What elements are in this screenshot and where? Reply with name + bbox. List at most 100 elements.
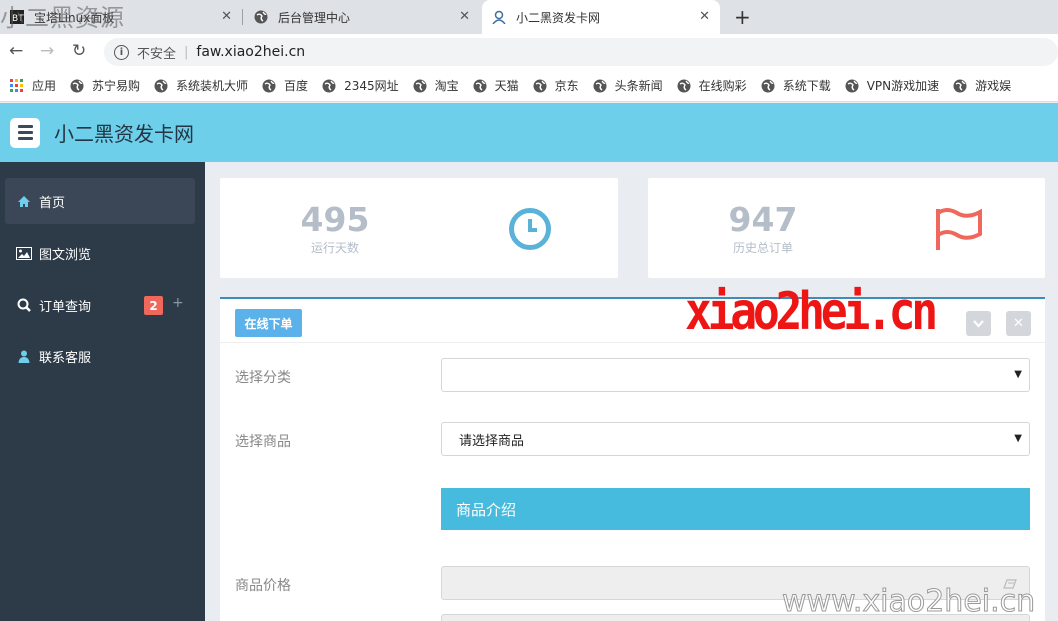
uptime-days-value: 495 bbox=[300, 200, 370, 239]
total-orders-value: 947 bbox=[728, 200, 798, 239]
user-icon bbox=[15, 350, 33, 363]
bookmark-item[interactable]: 2345网址 bbox=[322, 77, 399, 94]
watermark-bottom: www.xiao2hei.cn bbox=[781, 584, 1036, 620]
dropdown-caret-icon: ▼ bbox=[1014, 433, 1022, 444]
site-title: 小二黑资发卡网 bbox=[54, 122, 194, 146]
online-order-button[interactable]: 在线下单 bbox=[235, 309, 302, 337]
home-icon bbox=[15, 195, 33, 208]
flag-icon bbox=[933, 206, 985, 256]
bookmark-item[interactable]: VPN游戏加速 bbox=[845, 77, 939, 94]
omnibox-divider: | bbox=[184, 44, 189, 60]
globe-icon bbox=[254, 10, 268, 24]
bookmark-label: 头条新闻 bbox=[614, 79, 663, 93]
sidebar: 首页 图文浏览 订单查询 2 + 联系客服 bbox=[0, 162, 205, 621]
clock-icon bbox=[508, 207, 552, 255]
tab-label: 后台管理中心 bbox=[278, 10, 351, 25]
uptime-days-label: 运行天数 bbox=[310, 241, 359, 255]
globe-icon bbox=[533, 79, 547, 92]
image-icon bbox=[15, 246, 33, 260]
bookmark-label: 系统装机大师 bbox=[176, 79, 249, 93]
bookmark-item[interactable]: 天猫 bbox=[473, 77, 519, 94]
product-select-value: 请选择商品 bbox=[459, 433, 525, 449]
bookmark-item[interactable]: 苏宁易购 bbox=[70, 77, 140, 94]
menu-toggle-button[interactable] bbox=[10, 117, 40, 148]
product-intro-label: 商品介绍 bbox=[456, 500, 517, 519]
bookmark-item[interactable]: 百度 bbox=[262, 77, 308, 94]
sidebar-item-gallery[interactable]: 图文浏览 bbox=[5, 230, 195, 276]
new-tab-button[interactable]: + bbox=[734, 5, 751, 29]
globe-icon bbox=[761, 79, 775, 92]
sidebar-item-label: 图文浏览 bbox=[39, 247, 92, 263]
bookmark-label: 在线购彩 bbox=[698, 79, 747, 93]
sidebar-item-home[interactable]: 首页 bbox=[5, 178, 195, 224]
forward-arrow-icon[interactable]: → bbox=[40, 41, 54, 61]
bookmark-label: 应用 bbox=[32, 79, 57, 93]
bookmark-label: 2345网址 bbox=[344, 79, 399, 93]
info-icon[interactable]: i bbox=[114, 44, 129, 60]
browser-tab-bar: BT 宝塔Linux面板 ✕ 后台管理中心 ✕ 小二黑资发卡网 ✕ + 小二黑资… bbox=[0, 0, 1058, 34]
bookmark-item[interactable]: 淘宝 bbox=[413, 77, 459, 94]
user-favicon-icon bbox=[492, 10, 506, 24]
dropdown-caret-icon: ▼ bbox=[1014, 369, 1022, 380]
stat-card-orders: 947 历史总订单 bbox=[648, 178, 1045, 278]
sidebar-item-orders[interactable]: 订单查询 2 + bbox=[5, 282, 195, 328]
security-status: 不安全 bbox=[137, 46, 177, 62]
bookmark-item[interactable]: 在线购彩 bbox=[677, 77, 747, 94]
bookmark-item[interactable]: 系统下载 bbox=[761, 77, 831, 94]
watermark-top: 小二黑资源 bbox=[0, 4, 125, 32]
bookmark-item[interactable]: 京东 bbox=[533, 77, 579, 94]
watermark-red: xiao2hei.cn bbox=[685, 282, 938, 342]
back-arrow-icon[interactable]: ← bbox=[9, 41, 23, 61]
globe-icon bbox=[413, 79, 427, 92]
sidebar-item-label: 首页 bbox=[39, 195, 66, 211]
bookmarks-bar: 应用 苏宁易购 系统装机大师 百度 2345网址 淘宝 天猫 京东 头条新闻 在线购彩 系统下载 V… bbox=[0, 70, 1058, 102]
bookmark-label: 天猫 bbox=[494, 79, 519, 93]
bookmark-label: 游戏娱 bbox=[975, 79, 1012, 93]
stat-card-uptime: 495 运行天数 bbox=[220, 178, 618, 278]
address-bar: ← → ↻ i 不安全 | faw.xiao2hei.cn bbox=[0, 34, 1058, 70]
globe-icon bbox=[845, 79, 859, 92]
collapse-chevron-icon[interactable] bbox=[966, 311, 991, 336]
category-label: 选择分类 bbox=[235, 370, 291, 386]
close-tab-icon[interactable]: ✕ bbox=[459, 9, 470, 24]
bookmark-apps[interactable]: 应用 bbox=[10, 77, 56, 94]
price-label: 商品价格 bbox=[235, 578, 291, 594]
bookmark-label: 淘宝 bbox=[434, 79, 459, 93]
globe-icon bbox=[677, 79, 691, 92]
sidebar-item-label: 订单查询 bbox=[39, 299, 92, 315]
apps-grid-icon bbox=[10, 78, 24, 93]
sidebar-item-label: 联系客服 bbox=[39, 350, 92, 366]
bookmark-label: 百度 bbox=[284, 79, 309, 93]
close-tab-icon[interactable]: ✕ bbox=[221, 9, 232, 24]
order-count-badge: 2 bbox=[144, 296, 163, 315]
bookmark-item[interactable]: 游戏娱 bbox=[953, 77, 1011, 94]
close-panel-icon[interactable]: ✕ bbox=[1006, 311, 1031, 336]
globe-icon bbox=[593, 79, 607, 92]
globe-icon bbox=[262, 79, 276, 92]
app-header: 小二黑资发卡网 bbox=[0, 103, 1058, 162]
close-tab-icon[interactable]: ✕ bbox=[699, 9, 710, 24]
reload-icon[interactable]: ↻ bbox=[72, 41, 86, 61]
globe-icon bbox=[953, 79, 967, 92]
bookmark-item[interactable]: 系统装机大师 bbox=[154, 77, 248, 94]
globe-icon bbox=[322, 79, 336, 92]
sidebar-item-support[interactable]: 联系客服 bbox=[5, 333, 195, 379]
globe-icon bbox=[154, 79, 168, 92]
bookmark-label: 系统下载 bbox=[782, 79, 831, 93]
expand-plus-icon[interactable]: + bbox=[172, 295, 184, 311]
search-icon bbox=[15, 298, 33, 312]
globe-icon bbox=[70, 79, 84, 92]
url-omnibox[interactable]: i 不安全 | faw.xiao2hei.cn bbox=[104, 38, 1058, 66]
tab-card-shop[interactable]: 小二黑资发卡网 ✕ bbox=[482, 0, 720, 34]
tab-admin-center[interactable]: 后台管理中心 ✕ bbox=[244, 0, 480, 34]
tab-label: 小二黑资发卡网 bbox=[516, 10, 601, 25]
product-intro-header: 商品介绍 bbox=[441, 488, 1030, 530]
product-select[interactable]: 请选择商品 ▼ bbox=[441, 422, 1030, 456]
bookmark-label: 苏宁易购 bbox=[92, 79, 141, 93]
bookmark-item[interactable]: 头条新闻 bbox=[593, 77, 663, 94]
tab-divider bbox=[242, 9, 243, 25]
globe-icon bbox=[473, 79, 487, 92]
category-select[interactable]: ▼ bbox=[441, 358, 1030, 392]
bookmark-label: 京东 bbox=[554, 79, 579, 93]
url-text[interactable]: faw.xiao2hei.cn bbox=[196, 44, 305, 60]
